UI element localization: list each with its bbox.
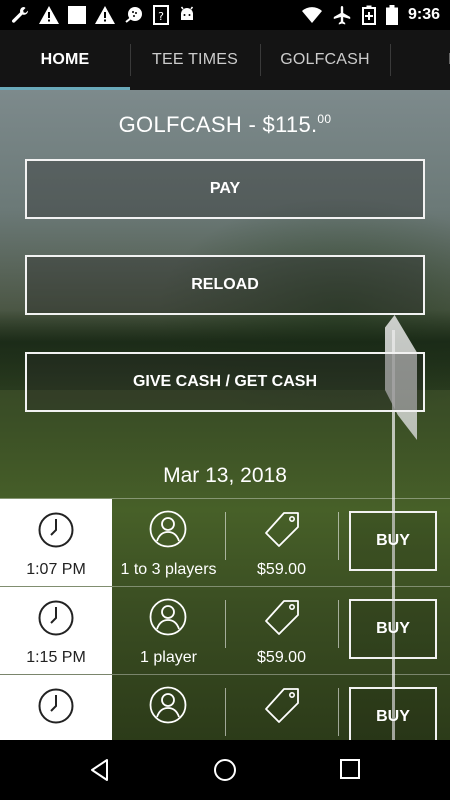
- player-icon: [149, 686, 187, 729]
- balance-amount: GOLFCASH - $115.: [118, 112, 318, 137]
- players-cell: [112, 675, 225, 740]
- tab-home[interactable]: HOME: [0, 30, 130, 90]
- recents-icon[interactable]: [339, 758, 361, 785]
- players-label: 1 to 3 players: [120, 561, 217, 578]
- tee-time-label: 1:15 PM: [26, 649, 86, 666]
- tee-time-cell: 1:07 PM: [0, 499, 112, 586]
- status-clock: 9:36: [407, 6, 440, 23]
- reload-button[interactable]: RELOAD: [25, 255, 425, 315]
- status-bar: ? 9:36: [0, 0, 450, 30]
- battery-icon: [385, 5, 398, 25]
- tee-time-row: 1:15 PM 1 player $59.00 BUY: [0, 586, 450, 674]
- cell-divider: [338, 512, 339, 560]
- price-tag-icon: [262, 686, 302, 731]
- pay-button[interactable]: PAY: [25, 159, 425, 219]
- navigation-bar: [0, 740, 450, 800]
- golfcash-balance: GOLFCASH - $115.00: [0, 112, 450, 138]
- warning-icon: [39, 6, 59, 24]
- android-icon: [178, 6, 196, 24]
- wrench-icon: [10, 5, 30, 25]
- notification-icons: ?: [10, 5, 196, 25]
- players-cell: 1 player: [112, 587, 225, 674]
- system-icons: 9:36: [301, 5, 440, 25]
- buy-button[interactable]: BUY: [349, 511, 437, 571]
- cell-divider: [338, 688, 339, 736]
- svg-text:?: ?: [158, 10, 164, 23]
- price-label: $59.00: [257, 649, 306, 666]
- home-content: GOLFCASH - $115.00 PAY RELOAD GIVE CASH …: [0, 90, 450, 740]
- tab-bar: HOME TEE TIMES GOLFCASH M: [0, 30, 450, 90]
- player-icon: [149, 510, 187, 553]
- home-icon[interactable]: [213, 758, 237, 787]
- players-label: 1 player: [140, 649, 197, 666]
- tee-time-row: BUY: [0, 674, 450, 740]
- blank-notification-icon: [68, 6, 86, 24]
- price-cell: [225, 675, 338, 740]
- airplane-mode-icon: [332, 5, 352, 25]
- price-tag-icon: [262, 510, 302, 555]
- clock-icon: [38, 512, 74, 553]
- balance-cents: 00: [317, 112, 332, 126]
- cell-divider: [338, 600, 339, 648]
- give-get-cash-button[interactable]: GIVE CASH / GET CASH: [25, 352, 425, 412]
- clock-icon: [38, 688, 74, 729]
- tee-time-cell: [0, 675, 112, 740]
- battery-saver-icon: [361, 5, 376, 25]
- buy-button[interactable]: BUY: [349, 687, 437, 740]
- tee-times-date: Mar 13, 2018: [163, 464, 287, 487]
- tab-golfcash[interactable]: GOLFCASH: [260, 30, 390, 90]
- back-icon[interactable]: [88, 758, 112, 787]
- tab-more[interactable]: M: [390, 30, 450, 90]
- players-cell: 1 to 3 players: [112, 499, 225, 586]
- unknown-file-icon: ?: [153, 5, 169, 25]
- tee-time-cell: 1:15 PM: [0, 587, 112, 674]
- wifi-icon: [301, 7, 322, 23]
- buy-button[interactable]: BUY: [349, 599, 437, 659]
- price-label: $59.00: [257, 561, 306, 578]
- player-icon: [149, 598, 187, 641]
- price-cell: $59.00: [225, 587, 338, 674]
- tab-tee-times[interactable]: TEE TIMES: [130, 30, 260, 90]
- tee-time-row: 1:07 PM 1 to 3 players $59.00 BUY: [0, 498, 450, 586]
- price-tag-icon: [262, 598, 302, 643]
- tee-time-label: 1:07 PM: [26, 561, 86, 578]
- warning-icon: [95, 6, 115, 24]
- golf-app-icon: [124, 5, 144, 25]
- clock-icon: [38, 600, 74, 641]
- price-cell: $59.00: [225, 499, 338, 586]
- tee-times-list: 1:07 PM 1 to 3 players $59.00 BUY 1:15 P…: [0, 498, 450, 740]
